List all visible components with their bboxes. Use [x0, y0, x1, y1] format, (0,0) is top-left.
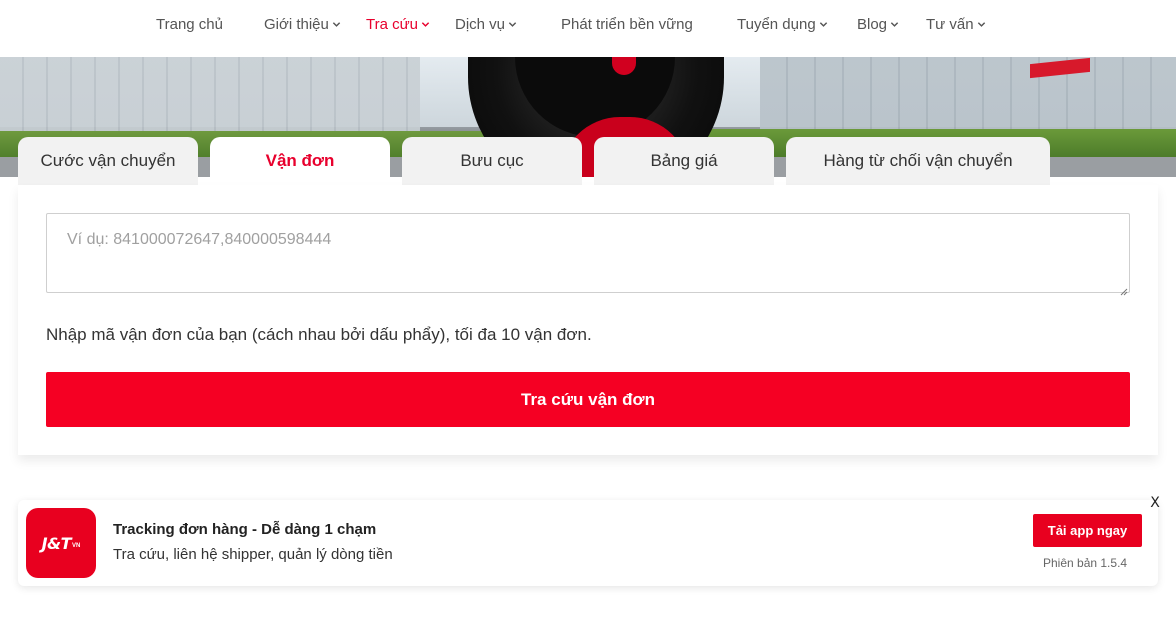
top-navigation: Trang chủ Giới thiệu Tra cứu Dịch vụ Phá…: [0, 0, 1176, 57]
nav-item-label: Tư vấn: [926, 15, 974, 33]
app-download-banner: J&T VN Tracking đơn hàng - Dễ dàng 1 chạ…: [18, 500, 1158, 586]
tracking-helper-text: Nhập mã vận đơn của bạn (cách nhau bởi d…: [46, 325, 592, 344]
chevron-down-icon: [890, 20, 899, 29]
tracking-number-input[interactable]: [46, 213, 1130, 293]
nav-item-label: Blog: [857, 15, 888, 33]
tab-post-office[interactable]: Bưu cục: [402, 137, 582, 185]
logo-suffix: VN: [71, 542, 81, 549]
nav-item-label: Trang chủ: [156, 15, 223, 33]
tab-label: Vận đơn: [265, 151, 335, 170]
tab-shipping-fee[interactable]: Cước vận chuyển: [18, 137, 198, 185]
hero-buildings-left: [0, 57, 420, 135]
chevron-down-icon: [421, 20, 430, 29]
chevron-down-icon: [977, 20, 986, 29]
track-waybill-button[interactable]: Tra cứu vận đơn: [46, 372, 1130, 427]
nav-item-label: Tuyển dụng: [737, 15, 816, 33]
nav-item-lookup[interactable]: Tra cứu: [366, 14, 430, 34]
nav-item-careers[interactable]: Tuyển dụng: [737, 14, 828, 34]
nav-item-blog[interactable]: Blog: [857, 14, 899, 34]
app-banner-description: Tra cứu, liên hệ shipper, quản lý dòng t…: [113, 546, 393, 563]
nav-item-services[interactable]: Dịch vụ: [455, 14, 517, 34]
nav-item-sustainability[interactable]: Phát triển bền vững: [561, 14, 693, 34]
close-banner-button[interactable]: X: [1148, 495, 1162, 511]
nav-item-home[interactable]: Trang chủ: [156, 14, 223, 34]
tab-waybill[interactable]: Vận đơn: [210, 137, 390, 185]
tab-label: Bảng giá: [650, 151, 718, 170]
nav-item-label: Phát triển bền vững: [561, 15, 693, 33]
nav-item-label: Dịch vụ: [455, 15, 506, 33]
jt-express-logo: J&T VN: [26, 508, 96, 578]
chevron-down-icon: [508, 20, 517, 29]
tab-label: Cước vận chuyển: [40, 151, 176, 170]
tab-refused-goods[interactable]: Hàng từ chối vận chuyển: [786, 137, 1050, 185]
tracking-card: Nhập mã vận đơn của bạn (cách nhau bởi d…: [18, 185, 1158, 455]
tab-price-list[interactable]: Bảng giá: [594, 137, 774, 185]
resize-handle-icon[interactable]: [1120, 283, 1128, 296]
chevron-down-icon: [819, 20, 828, 29]
app-version-text: Phiên bản 1.5.4: [1043, 556, 1128, 570]
logo-text: J&T: [41, 533, 72, 553]
tab-label: Hàng từ chối vận chuyển: [823, 151, 1013, 170]
tab-label: Bưu cục: [460, 151, 524, 170]
nav-item-consulting[interactable]: Tư vấn: [926, 14, 986, 34]
chevron-down-icon: [332, 20, 341, 29]
nav-item-label: Tra cứu: [366, 15, 418, 33]
hero-buildings-right: [760, 57, 1176, 135]
nav-item-label: Giới thiệu: [264, 15, 329, 33]
app-banner-title: Tracking đơn hàng - Dễ dàng 1 chạm: [113, 521, 377, 538]
nav-item-about[interactable]: Giới thiệu: [264, 14, 341, 34]
download-app-button[interactable]: Tải app ngay: [1033, 514, 1142, 547]
